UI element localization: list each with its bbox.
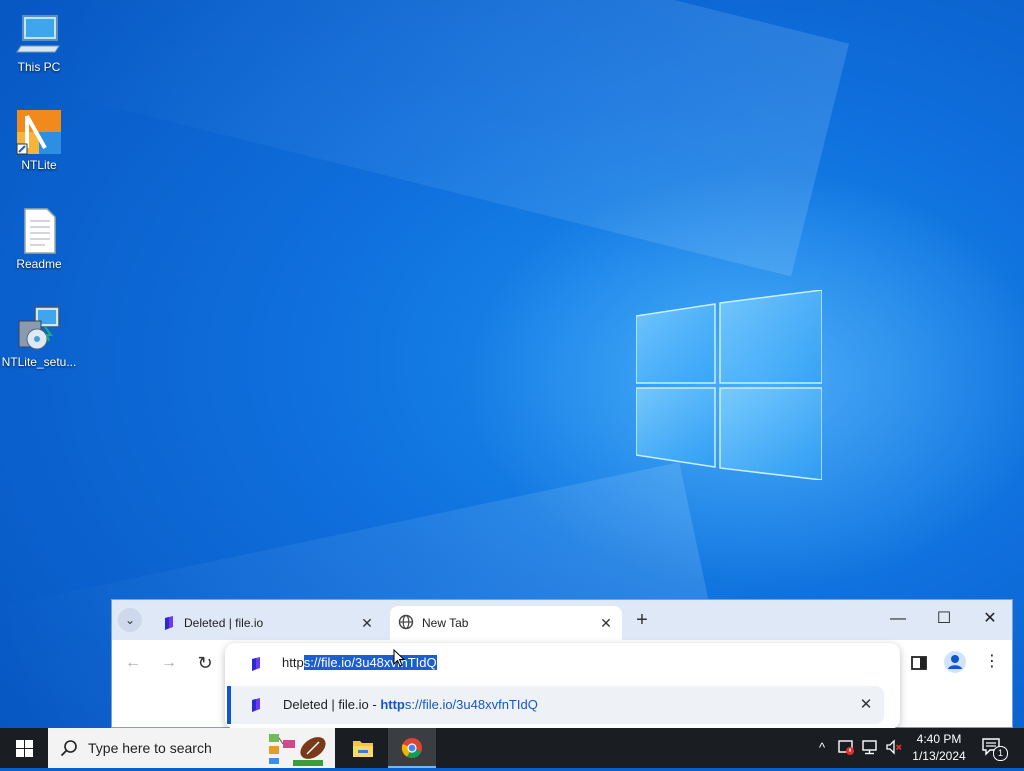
mouse-cursor-icon xyxy=(393,649,405,667)
installer-icon xyxy=(15,305,63,353)
search-icon xyxy=(60,740,77,757)
tab-title: Deleted | file.io xyxy=(184,616,264,630)
suggestion-url-rest: s://file.io/3u48xvfnTIdQ xyxy=(404,697,538,712)
tray-security-icon-button[interactable] xyxy=(836,738,856,758)
tab-title: New Tab xyxy=(422,616,469,630)
suggestion-url-bold: http xyxy=(380,697,405,712)
chevron-up-icon: ^ xyxy=(818,740,826,755)
taskbar: Type here to search ^ 4:40 PM 1/13/2024 … xyxy=(0,728,1024,768)
reload-button[interactable]: ↻ xyxy=(193,651,217,675)
folder-icon xyxy=(353,741,373,757)
search-placeholder: Type here to search xyxy=(88,740,212,756)
profile-button[interactable] xyxy=(944,651,966,673)
desktop-icon-label: NTLite xyxy=(21,158,57,172)
desktop-icon-ntlite[interactable]: NTLite xyxy=(1,108,77,172)
show-hidden-icons-button[interactable]: ^ xyxy=(812,738,832,758)
menu-button[interactable]: ⋮ xyxy=(982,651,1002,675)
new-tab-button[interactable]: + xyxy=(630,608,654,632)
file-io-favicon-icon xyxy=(252,698,260,712)
ntlite-icon xyxy=(15,108,63,156)
globe-icon xyxy=(398,614,414,630)
taskbar-chrome[interactable] xyxy=(388,728,436,768)
tab-search-button[interactable]: ⌄ xyxy=(118,608,142,632)
windows-start-icon xyxy=(16,740,33,757)
desktop-icon-label: Readme xyxy=(16,257,62,271)
windows-logo-wallpaper xyxy=(636,290,822,480)
tray-network-button[interactable] xyxy=(860,738,880,758)
remove-suggestion-button[interactable]: ✕ xyxy=(856,695,876,715)
file-io-favicon-icon xyxy=(252,657,260,671)
minimize-button[interactable]: — xyxy=(876,606,920,632)
security-alert-icon xyxy=(838,740,854,755)
suggestion-title: Deleted | file.io xyxy=(283,697,369,712)
network-icon xyxy=(862,740,877,755)
desktop-icon-label: This PC xyxy=(17,60,61,74)
text-document-icon xyxy=(15,207,63,255)
start-button[interactable] xyxy=(0,728,48,768)
desktop-icon-this-pc[interactable]: This PC xyxy=(1,10,77,74)
address-unselected-text: http xyxy=(282,655,304,670)
profile-avatar-icon xyxy=(948,655,962,669)
address-bar-input[interactable]: https://file.io/3u48xvfnTIdQ xyxy=(282,655,437,670)
tab-deleted-file-io[interactable]: Deleted | file.io ✕ xyxy=(152,606,384,640)
clock-date: 1/13/2024 xyxy=(912,749,966,763)
close-window-button[interactable]: ✕ xyxy=(968,606,1012,632)
close-tab-icon[interactable]: ✕ xyxy=(357,613,377,633)
search-highlight-image xyxy=(267,730,331,766)
action-center-button[interactable]: 1 xyxy=(982,737,1008,761)
tray-volume-button[interactable] xyxy=(884,738,904,758)
kebab-menu-icon: ⋮ xyxy=(984,653,1000,670)
suggestion-separator: - xyxy=(368,697,381,712)
file-io-favicon-icon xyxy=(165,616,173,630)
maximize-button[interactable]: ☐ xyxy=(922,606,966,632)
tab-new-tab[interactable]: New Tab ✕ xyxy=(390,606,622,640)
suggestion-url: https://file.io/3u48xvfnTIdQ xyxy=(380,697,538,712)
chevron-down-icon: ⌄ xyxy=(124,613,136,627)
browser-toolbar: ← → ↻ ⋮ https://file.io/3u48xvfnTIdQ Del… xyxy=(112,640,1012,729)
plus-icon: + xyxy=(636,609,648,631)
desktop-icon-readme[interactable]: Readme xyxy=(1,207,77,271)
volume-muted-icon xyxy=(886,739,902,755)
taskbar-file-explorer[interactable] xyxy=(339,728,387,768)
side-panel-icon xyxy=(911,656,927,670)
taskbar-clock[interactable]: 4:40 PM 1/13/2024 xyxy=(906,731,972,765)
this-pc-icon xyxy=(15,10,63,58)
chrome-window: ⌄ Deleted | file.io ✕ New Tab ✕ + — ☐ ✕ xyxy=(111,599,1013,729)
back-button[interactable]: ← xyxy=(121,651,145,675)
side-panel-button[interactable] xyxy=(909,653,929,673)
chrome-icon xyxy=(401,738,422,759)
omnibox-suggestion[interactable]: Deleted | file.io - https://file.io/3u48… xyxy=(227,686,884,724)
omnibox-dropdown: https://file.io/3u48xvfnTIdQ Deleted | f… xyxy=(225,643,900,729)
forward-button[interactable]: → xyxy=(157,651,181,675)
tab-strip: ⌄ Deleted | file.io ✕ New Tab ✕ + — ☐ ✕ xyxy=(112,600,1012,640)
desktop-icon-ntlite-setup[interactable]: NTLite_setu... xyxy=(1,305,77,369)
desktop-icon-label: NTLite_setu... xyxy=(1,355,77,369)
notification-count-badge: 1 xyxy=(993,746,1008,761)
taskbar-search-box[interactable]: Type here to search xyxy=(48,728,335,768)
address-selected-text: s://file.io/3u48xvfnTIdQ xyxy=(303,655,437,670)
close-tab-icon[interactable]: ✕ xyxy=(596,613,616,633)
clock-time: 4:40 PM xyxy=(916,732,962,746)
